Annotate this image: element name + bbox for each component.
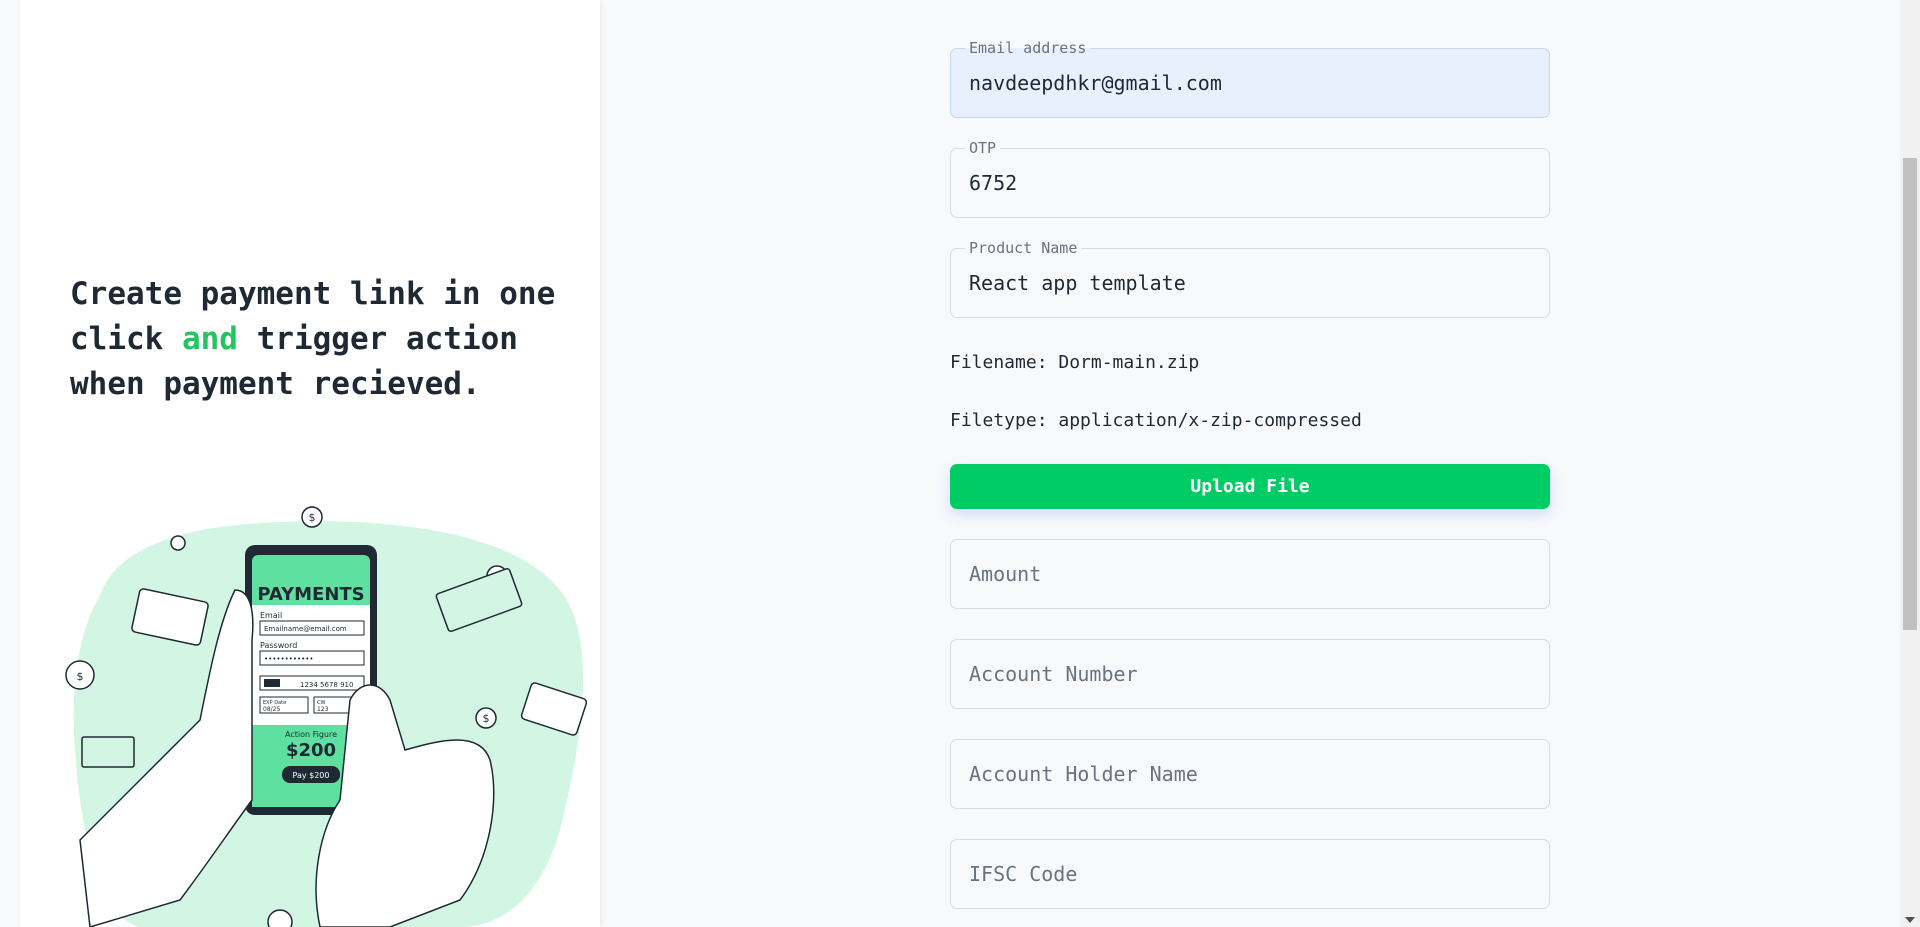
scroll-down-arrow-icon[interactable] [1905, 917, 1915, 923]
ifsc-code-field[interactable] [951, 840, 1549, 908]
product-name-field[interactable] [951, 249, 1549, 317]
phone-title: PAYMENTS [257, 584, 364, 605]
phone-price: $200 [286, 740, 336, 761]
filetype-text: Filetype: application/x-zip-compressed [950, 410, 1362, 431]
account-holder-name-field[interactable] [951, 740, 1549, 808]
phone-password-value: •••••••••••• [264, 655, 314, 663]
email-field[interactable] [951, 49, 1549, 117]
ifsc-field-wrapper [950, 839, 1550, 909]
svg-text:$: $ [483, 712, 490, 725]
phone-product-name: Action Figure [285, 730, 337, 739]
otp-field-wrapper: OTP [950, 139, 1550, 218]
hero-heading: Create payment link in one click and tri… [70, 272, 590, 407]
phone-pay-button: Pay $200 [292, 771, 329, 780]
filename-text: Filename: Dorm-main.zip [950, 352, 1200, 373]
upload-file-button[interactable]: Upload File [950, 464, 1550, 509]
vertical-scrollbar[interactable] [1900, 0, 1920, 927]
svg-text:$: $ [309, 511, 316, 524]
phone-card-number: 1234 5678 910 [300, 681, 353, 689]
svg-text:$: $ [77, 670, 84, 683]
hero-line-2-post: trigger action [237, 321, 518, 357]
amount-field-wrapper [950, 539, 1550, 609]
payment-illustration: $$$$ PAYMENTS Email Emailname@email.com … [65, 506, 588, 927]
phone-cvv-value: 123 [317, 706, 329, 713]
hero-line-1: Create payment link in one [70, 276, 556, 312]
left-panel: Create payment link in one click and tri… [20, 0, 600, 927]
amount-field[interactable] [951, 540, 1549, 608]
phone-email-value: Emailname@email.com [264, 625, 347, 633]
phone-exp-value: 08/25 [263, 706, 280, 713]
hero-line-3: when payment recieved. [70, 366, 481, 402]
hero-accent-word: and [181, 321, 238, 357]
scrollbar-thumb[interactable] [1903, 158, 1917, 630]
account-holder-field-wrapper [950, 739, 1550, 809]
phone-email-label: Email [260, 611, 282, 620]
account-number-field-wrapper [950, 639, 1550, 709]
otp-field[interactable] [951, 149, 1549, 217]
hero-line-2-pre: click [70, 321, 182, 357]
phone-password-label: Password [260, 641, 297, 650]
account-number-field[interactable] [951, 640, 1549, 708]
email-field-wrapper: Email address [950, 39, 1550, 118]
product-name-field-wrapper: Product Name [950, 239, 1550, 318]
